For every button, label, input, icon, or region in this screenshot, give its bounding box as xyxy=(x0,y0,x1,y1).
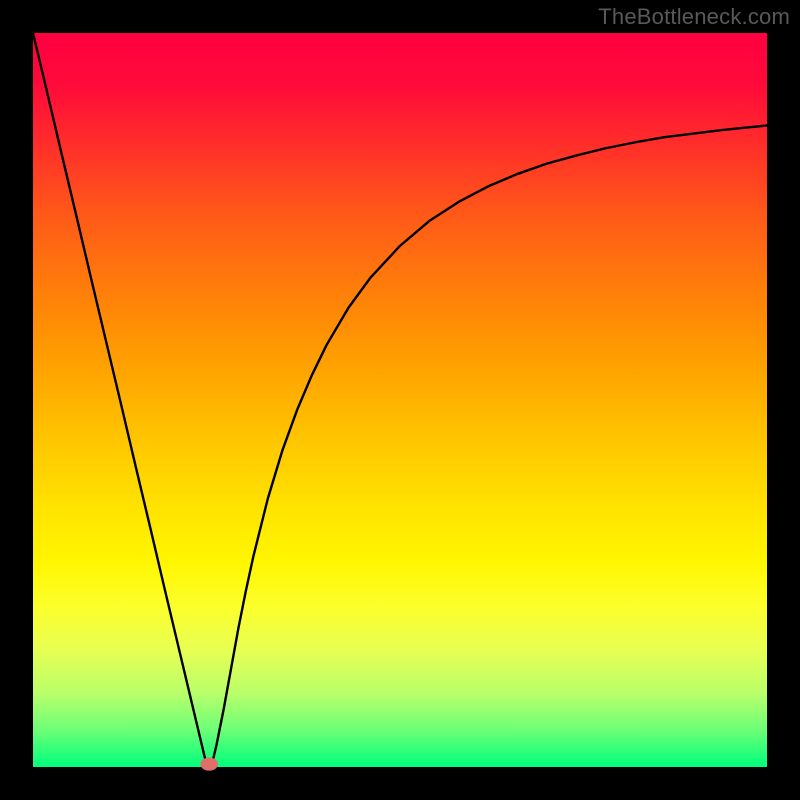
minimum-marker xyxy=(200,757,218,770)
bottleneck-chart xyxy=(0,0,800,800)
chart-frame: TheBottleneck.com xyxy=(0,0,800,800)
watermark-text: TheBottleneck.com xyxy=(598,4,790,30)
plot-background xyxy=(33,33,767,767)
